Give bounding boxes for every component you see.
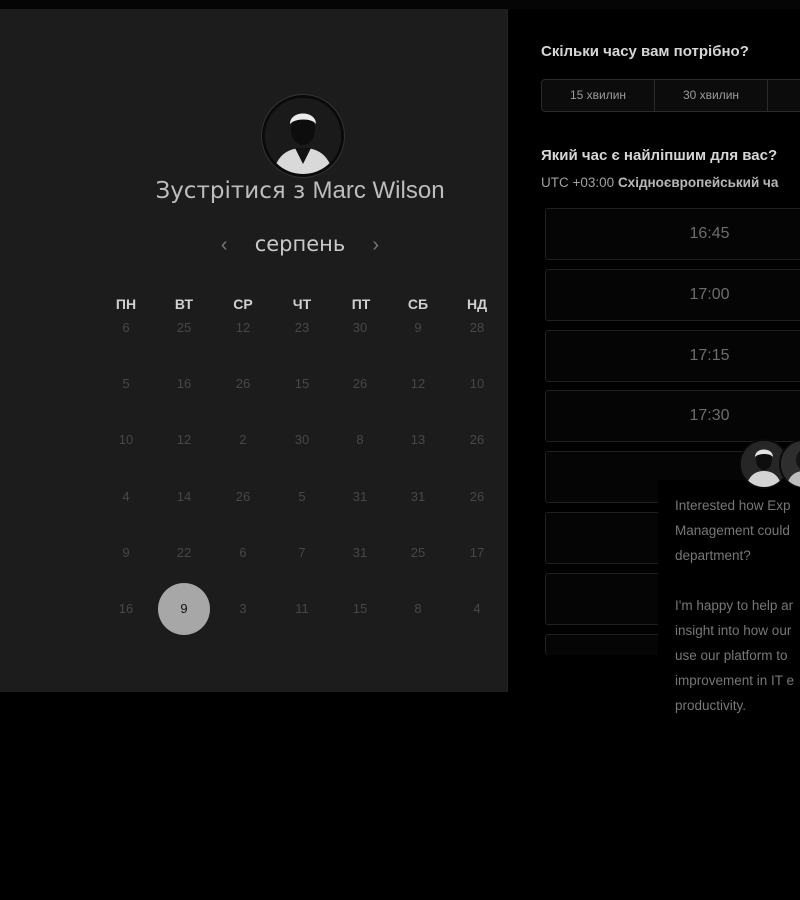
calendar-day[interactable]: 3 xyxy=(217,583,269,635)
calendar-day[interactable]: 9 xyxy=(100,527,152,579)
slots-title: Який час є найліпшим для вас? xyxy=(541,147,778,164)
duration-title: Скільки часу вам потрібно? xyxy=(541,43,749,60)
duration-30-button[interactable]: 30 хвилин xyxy=(655,80,768,111)
calendar-day[interactable]: 30 xyxy=(334,302,386,354)
calendar-day[interactable]: 13 xyxy=(392,414,444,466)
time-slot-label: 17:15 xyxy=(689,347,730,364)
calendar-day[interactable]: 7 xyxy=(276,527,328,579)
calendar-day[interactable]: 30 xyxy=(276,414,328,466)
calendar-day[interactable]: 17 xyxy=(451,527,503,579)
calendar-day[interactable]: 12 xyxy=(217,302,269,354)
time-slot-label: 17:00 xyxy=(689,286,730,303)
time-slot-label: 17:30 xyxy=(689,407,730,424)
time-slot[interactable]: 17:00 xyxy=(545,269,800,321)
calendar-day[interactable]: 26 xyxy=(217,358,269,410)
chat-line: I'm happy to help ar xyxy=(675,598,794,613)
calendar-day[interactable]: 15 xyxy=(334,583,386,635)
time-slot[interactable]: 16:45 xyxy=(545,208,800,260)
meeting-title: Зустрітися з Marc Wilson xyxy=(0,177,600,205)
calendar-day[interactable]: 25 xyxy=(158,302,210,354)
top-strip xyxy=(0,0,800,9)
calendar-day[interactable]: 9 xyxy=(392,302,444,354)
calendar-day[interactable]: 22 xyxy=(158,527,210,579)
calendar-day[interactable]: 8 xyxy=(334,414,386,466)
calendar-day[interactable]: 11 xyxy=(276,583,328,635)
calendar-day[interactable]: 26 xyxy=(334,358,386,410)
host-avatar-image xyxy=(265,98,341,174)
calendar-day[interactable]: 16 xyxy=(100,583,152,635)
calendar-day[interactable]: 25 xyxy=(392,527,444,579)
calendar-day[interactable]: 15 xyxy=(276,358,328,410)
calendar-day[interactable]: 16 xyxy=(158,358,210,410)
calendar-day[interactable]: 5 xyxy=(276,471,328,523)
calendar-day[interactable]: 26 xyxy=(451,471,503,523)
chevron-left-icon[interactable]: ‹ xyxy=(214,234,234,257)
calendar-day[interactable]: 12 xyxy=(158,414,210,466)
calendar-day[interactable]: 6 xyxy=(217,527,269,579)
host-name: Marc Wilson xyxy=(312,177,445,204)
calendar-day[interactable]: 4 xyxy=(451,583,503,635)
calendar-day[interactable]: 31 xyxy=(334,527,386,579)
calendar-day[interactable]: 28 xyxy=(451,302,503,354)
time-slot[interactable]: 17:15 xyxy=(545,330,800,382)
calendar-day[interactable]: 23 xyxy=(276,302,328,354)
chat-line: insight into how our xyxy=(675,623,792,638)
month-nav: ‹ серпень › xyxy=(0,232,600,262)
chat-line: Interested how Exp xyxy=(675,498,791,513)
duration-15-button[interactable]: 15 хвилин xyxy=(542,80,655,111)
calendar-day[interactable]: 8 xyxy=(392,583,444,635)
time-slot-label: 16:45 xyxy=(689,225,730,242)
timezone-label: UTC +03:00 Східноєвропейський ча xyxy=(541,175,778,190)
calendar-day-selected[interactable]: 9 xyxy=(158,583,210,635)
calendar-day[interactable]: 12 xyxy=(392,358,444,410)
chevron-right-icon[interactable]: › xyxy=(366,234,386,257)
chat-line: use our platform to xyxy=(675,648,788,663)
host-avatar xyxy=(262,95,344,177)
calendar-day[interactable]: 31 xyxy=(334,471,386,523)
calendar-day[interactable]: 31 xyxy=(392,471,444,523)
time-slot[interactable]: 17:30 xyxy=(545,390,800,442)
calendar-day[interactable]: 26 xyxy=(451,414,503,466)
timezone-name: Східноєвропейський ча xyxy=(617,175,779,190)
calendar-day[interactable]: 10 xyxy=(451,358,503,410)
month-label: серпень xyxy=(254,232,346,256)
chat-line: improvement in IT e xyxy=(675,673,795,688)
chat-popup[interactable]: Interested how Exp Management could depa… xyxy=(658,480,800,738)
meeting-title-prefix: Зустрітися з xyxy=(155,178,306,204)
calendar-day[interactable]: 4 xyxy=(100,471,152,523)
chat-line: productivity. xyxy=(675,698,747,713)
chat-line: Management could xyxy=(675,523,790,538)
calendar-day[interactable]: 14 xyxy=(158,471,210,523)
timezone-offset: UTC +03:00 xyxy=(541,175,615,190)
duration-options: 15 хвилин 30 хвилин xyxy=(541,79,800,112)
calendar-day[interactable]: 6 xyxy=(100,302,152,354)
calendar-day[interactable]: 26 xyxy=(217,471,269,523)
calendar-day[interactable]: 2 xyxy=(217,414,269,466)
duration-more-button[interactable] xyxy=(768,80,800,111)
chat-line: department? xyxy=(675,548,751,563)
calendar-day[interactable]: 10 xyxy=(100,414,152,466)
calendar-day[interactable]: 5 xyxy=(100,358,152,410)
